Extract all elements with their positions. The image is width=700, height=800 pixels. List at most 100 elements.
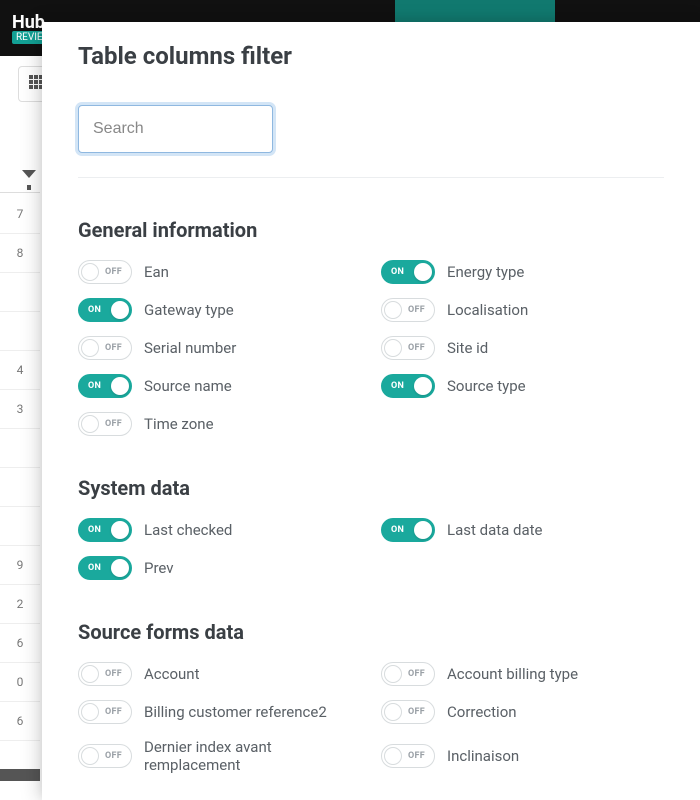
column-label: Source name (144, 377, 232, 395)
column-label: Last data date (447, 521, 543, 539)
columns-filter-modal: Table columns filter General information… (42, 22, 700, 800)
toggle[interactable]: OFF (78, 260, 132, 284)
column-toggle-item: OFFInclinaison (381, 738, 664, 774)
toggle-text: ON (391, 267, 404, 277)
column-toggle-item: OFF Site id (381, 336, 664, 360)
table-row: 8 (0, 234, 40, 273)
section-grid: ON Last checked ON Last data date ON Prev (78, 518, 664, 580)
toggle-text: OFF (408, 669, 425, 679)
toggle[interactable]: ON (78, 518, 132, 542)
toggle-knob (111, 559, 129, 577)
column-toggle-item: OFF Billing customer reference2 (78, 700, 361, 724)
table-row-numbers: 784392606 (0, 195, 40, 741)
column-label: Last checked (144, 521, 232, 539)
column-toggle-item: OFF Account billing type (381, 662, 664, 686)
column-label: Prev (144, 559, 174, 577)
toggle-knob (81, 747, 99, 765)
toggle-knob (81, 415, 99, 433)
toggle-text: OFF (408, 751, 425, 761)
divider (78, 177, 664, 178)
table-row: 3 (0, 390, 40, 429)
table-row (0, 507, 40, 546)
search-input[interactable] (78, 105, 273, 153)
table-row: 9 (0, 546, 40, 585)
column-toggle-item: OFF Correction (381, 700, 664, 724)
toggle[interactable]: OFF (381, 336, 435, 360)
toggle-text: OFF (105, 751, 122, 761)
toggle-text: OFF (105, 707, 122, 717)
funnel-icon (22, 170, 36, 178)
toggle-knob (384, 301, 402, 319)
column-label: Account billing type (447, 665, 578, 683)
column-label: Time zone (144, 415, 214, 433)
table-filter-row (0, 155, 40, 193)
modal-title: Table columns filter (78, 42, 664, 70)
toggle-text: ON (88, 381, 101, 391)
toggle-knob (414, 263, 432, 281)
toggle-text: OFF (105, 343, 122, 353)
section-title: System data (78, 476, 664, 500)
toggle-knob (111, 521, 129, 539)
toggle[interactable]: OFF (78, 662, 132, 686)
toggle-text: OFF (408, 343, 425, 353)
toggle[interactable]: OFF (381, 700, 435, 724)
table-row (0, 468, 40, 507)
toggle-knob (384, 747, 402, 765)
toggle[interactable]: OFF (78, 412, 132, 436)
toggle-text: OFF (105, 669, 122, 679)
column-toggle-item: ON Prev (78, 556, 361, 580)
column-toggle-item: ON Source type (381, 374, 664, 398)
column-label: Serial number (144, 339, 236, 357)
toggle[interactable]: OFF (78, 744, 132, 768)
toggle[interactable]: OFF (381, 298, 435, 322)
toggle[interactable]: ON (78, 298, 132, 322)
table-row (0, 273, 40, 312)
modal-body: General informationOFFEanONEnergy typeON… (42, 89, 700, 774)
column-toggle-item: ON Energy type (381, 260, 664, 284)
toggle[interactable]: OFF (78, 700, 132, 724)
column-label: Site id (447, 339, 488, 357)
column-toggle-item: ON Last data date (381, 518, 664, 542)
toggle[interactable]: ON (381, 374, 435, 398)
toggle[interactable]: OFF (381, 744, 435, 768)
toggle-knob (384, 665, 402, 683)
column-toggle-item: OFF Dernier index avant remplacement (78, 738, 361, 774)
section-grid: OFFEanONEnergy typeONGateway typeOFFLoca… (78, 260, 664, 436)
toggle-text: ON (88, 525, 101, 535)
column-label: Correction (447, 703, 517, 721)
table-row: 0 (0, 663, 40, 702)
toggle[interactable]: ON (78, 556, 132, 580)
toggle[interactable]: ON (78, 374, 132, 398)
toggle-knob (81, 703, 99, 721)
table-row: 2 (0, 585, 40, 624)
modal-header: Table columns filter (42, 22, 700, 89)
toggle-knob (384, 703, 402, 721)
column-label: Billing customer reference2 (144, 703, 327, 721)
column-toggle-item: OFF Time zone (78, 412, 361, 436)
toggle-knob (81, 263, 99, 281)
column-label: Dernier index avant remplacement (144, 738, 361, 774)
section-title: General information (78, 218, 664, 242)
toggle-knob (81, 665, 99, 683)
toggle[interactable]: ON (381, 260, 435, 284)
column-toggle-item: OFF Ean (78, 260, 361, 284)
section-grid: OFF Account OFF Account billing type OFF Bill… (78, 662, 664, 774)
filter-section: General informationOFFEanONEnergy typeON… (78, 218, 664, 436)
toggle-knob (111, 377, 129, 395)
table-row: 7 (0, 195, 40, 234)
toggle[interactable]: OFF (78, 336, 132, 360)
toggle[interactable]: OFF (381, 662, 435, 686)
toggle-knob (81, 339, 99, 357)
toggle-knob (414, 521, 432, 539)
column-label: Source type (447, 377, 526, 395)
toggle-knob (384, 339, 402, 357)
column-label: Energy type (447, 263, 524, 281)
toggle-text: ON (88, 305, 101, 315)
table-row: 4 (0, 351, 40, 390)
toggle-text: ON (391, 381, 404, 391)
column-label: Account (144, 665, 200, 683)
column-label: Gateway type (144, 301, 234, 319)
column-label: Ean (144, 263, 169, 281)
toggle[interactable]: ON (381, 518, 435, 542)
table-row: 6 (0, 624, 40, 663)
